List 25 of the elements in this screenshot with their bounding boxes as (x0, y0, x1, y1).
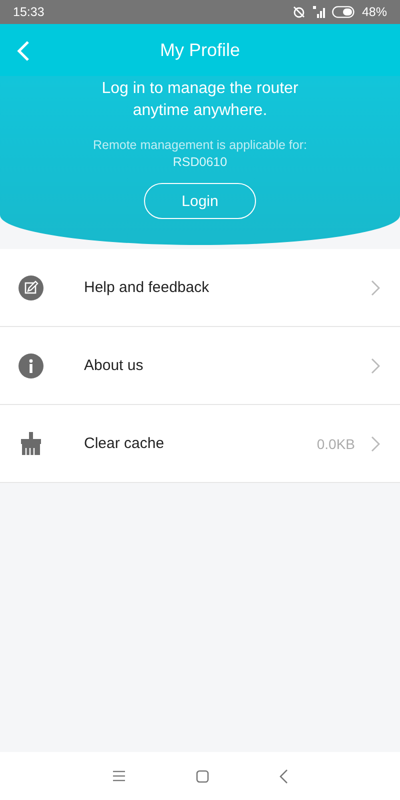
signal-icon (312, 6, 326, 18)
menu-item[interactable]: About us (0, 327, 400, 405)
menu-item[interactable]: Help and feedback (0, 249, 400, 327)
menu-label: Clear cache (84, 435, 166, 452)
chevron-icon (371, 280, 380, 296)
cache-size: 0.0KB (316, 436, 355, 452)
menu-item[interactable]: Clear cache 0.0KB (0, 405, 400, 483)
info-icon (18, 352, 44, 378)
edit-icon (18, 274, 44, 300)
menu-label: About us (84, 357, 144, 374)
remote-note: Remote management is applicable for: (92, 138, 307, 152)
brush-icon (18, 430, 44, 456)
login-message: Log in to manage the router anytime anywhere. (100, 79, 300, 121)
page-title: My Profile (160, 40, 240, 60)
battery-level: 48% (362, 5, 387, 19)
alarm-off-icon (292, 5, 306, 19)
menu-icon[interactable] (112, 770, 126, 782)
back-icon[interactable] (279, 768, 288, 784)
chevron-icon (371, 436, 380, 452)
router-model: RSD0610 (172, 155, 228, 169)
home-icon[interactable] (196, 770, 209, 782)
chevron-icon (371, 358, 380, 374)
menu-label: Help and feedback (84, 279, 210, 296)
battery-icon (332, 6, 356, 18)
status-time: 15:33 (13, 5, 44, 19)
